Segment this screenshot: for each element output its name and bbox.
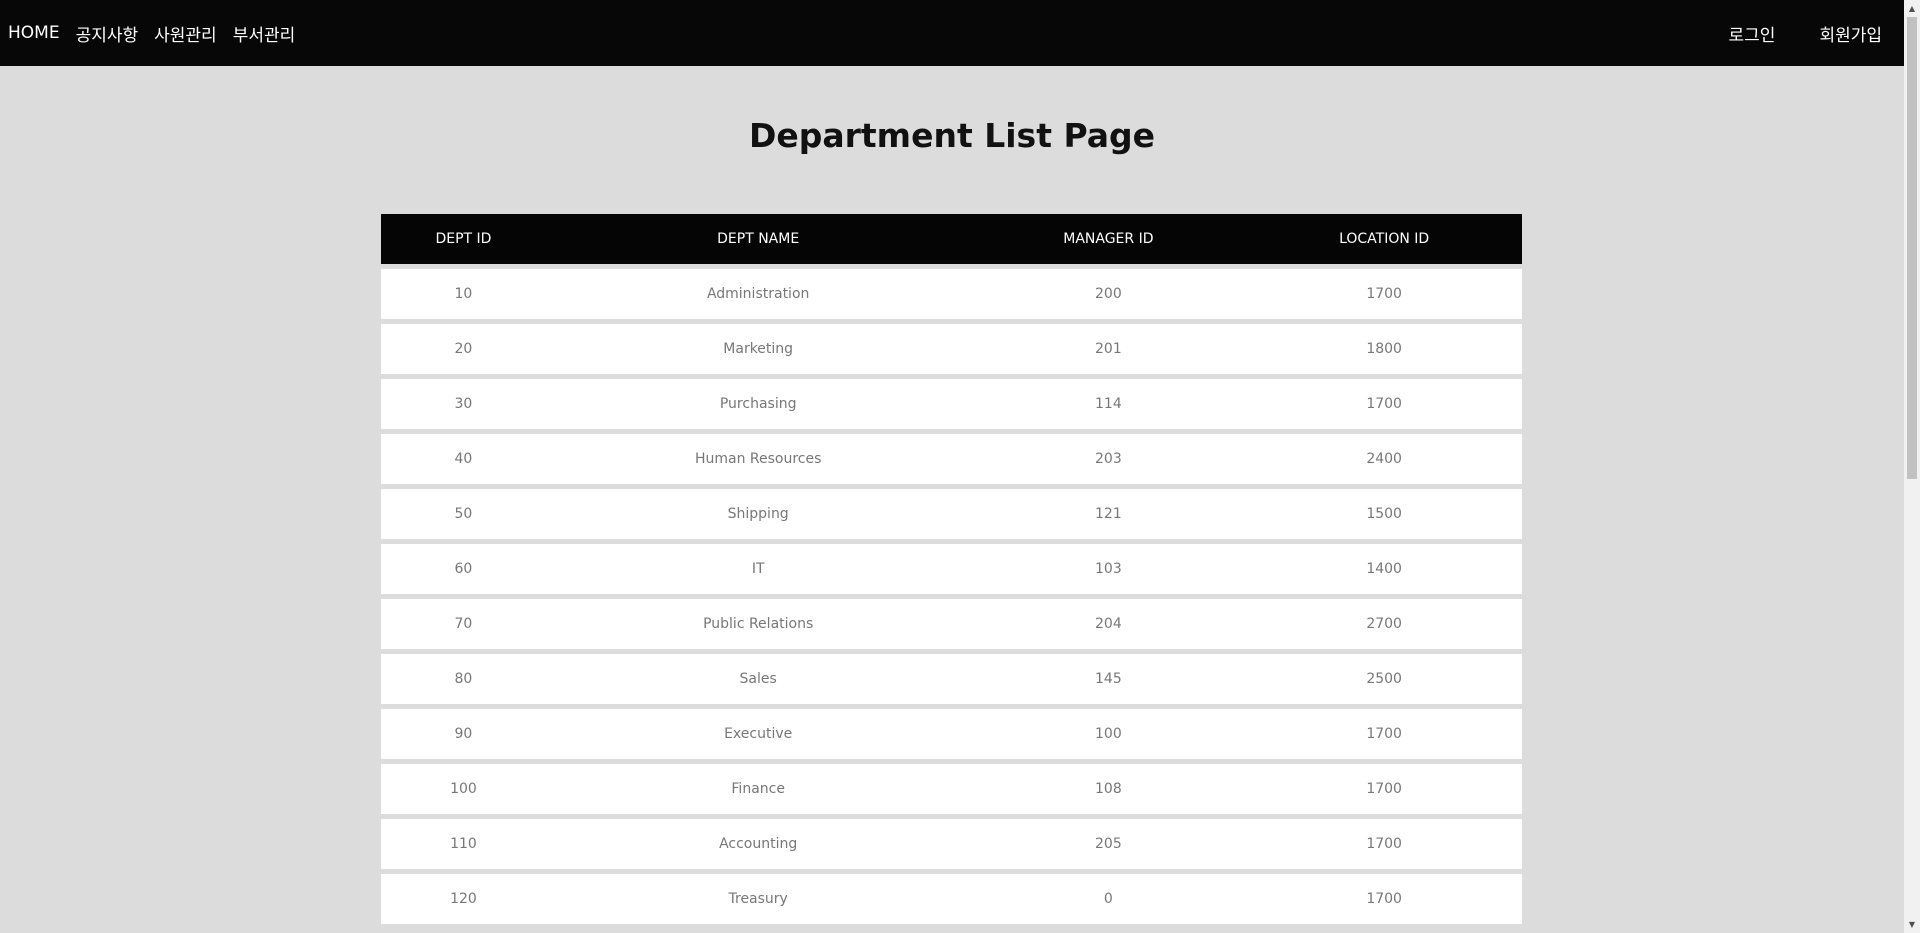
cell-manager-id: 100	[1095, 726, 1122, 742]
cell-manager-id: 200	[1095, 286, 1122, 302]
cell-dept-id: 30	[454, 396, 473, 412]
cell-manager-id: 205	[1095, 836, 1122, 852]
cell-location-id: 1700	[1366, 396, 1402, 412]
nav-right-menu: 로그인 회원가입	[1685, 0, 1882, 66]
table-row: 30 Purchasing 114 1700	[381, 379, 1522, 429]
signup-link[interactable]: 회원가입	[1819, 21, 1882, 46]
vertical-scrollbar[interactable]: ▲ ▼	[1904, 0, 1920, 933]
cell-dept-name: Accounting	[719, 836, 798, 852]
nav-department-link[interactable]: 부서관리	[233, 21, 296, 46]
cell-dept-name: Public Relations	[703, 616, 814, 632]
scroll-up-arrow-icon[interactable]: ▲	[1904, 0, 1920, 17]
table-row: 60 IT 103 1400	[381, 544, 1522, 594]
table-row: 70 Public Relations 204 2700	[381, 599, 1522, 649]
header-manager-id: MANAGER ID	[1063, 231, 1154, 247]
table-header-row: DEPT ID DEPT NAME MANAGER ID LOCATION ID	[381, 214, 1522, 264]
cell-dept-name: Marketing	[723, 341, 794, 357]
cell-dept-name: Finance	[731, 781, 785, 797]
table-row: 90 Executive 100 1700	[381, 709, 1522, 759]
cell-location-id: 1800	[1366, 341, 1402, 357]
cell-manager-id: 103	[1095, 561, 1122, 577]
cell-dept-name: Executive	[724, 726, 793, 742]
cell-dept-id: 70	[454, 616, 473, 632]
cell-dept-id: 110	[450, 836, 477, 852]
cell-manager-id: 201	[1095, 341, 1122, 357]
cell-location-id: 1700	[1366, 286, 1402, 302]
cell-manager-id: 108	[1095, 781, 1122, 797]
cell-location-id: 2500	[1366, 671, 1402, 687]
header-dept-name: DEPT NAME	[717, 231, 800, 247]
cell-location-id: 1500	[1366, 506, 1402, 522]
nav-home-link[interactable]: HOME	[8, 23, 60, 43]
cell-manager-id: 203	[1095, 451, 1122, 467]
cell-dept-id: 20	[454, 341, 473, 357]
table-row: 10 Administration 200 1700	[381, 269, 1522, 319]
cell-manager-id: 0	[1103, 891, 1113, 907]
table-row: 110 Accounting 205 1700	[381, 819, 1522, 869]
cell-dept-name: Treasury	[728, 891, 788, 907]
cell-dept-id: 50	[454, 506, 473, 522]
table-row: 20 Marketing 201 1800	[381, 324, 1522, 374]
cell-dept-id: 90	[454, 726, 473, 742]
cell-location-id: 1700	[1366, 726, 1402, 742]
table-row: 50 Shipping 121 1500	[381, 489, 1522, 539]
cell-dept-id: 60	[454, 561, 473, 577]
nav-left-menu: HOME 공지사항 사원관리 부서관리	[8, 0, 311, 66]
nav-notice-link[interactable]: 공지사항	[76, 21, 139, 46]
cell-dept-name: Purchasing	[719, 396, 797, 412]
header-dept-id: DEPT ID	[435, 231, 492, 247]
cell-manager-id: 121	[1095, 506, 1122, 522]
cell-dept-name: Sales	[739, 671, 777, 687]
cell-location-id: 1700	[1366, 781, 1402, 797]
cell-location-id: 2400	[1366, 451, 1402, 467]
cell-dept-id: 40	[454, 451, 473, 467]
table-body: 10 Administration 200 1700 20 Marketing 201 180…	[381, 269, 1522, 924]
cell-manager-id: 145	[1095, 671, 1122, 687]
cell-dept-name: Human Resources	[694, 451, 822, 467]
cell-location-id: 1700	[1366, 836, 1402, 852]
cell-location-id: 1400	[1366, 561, 1402, 577]
cell-manager-id: 114	[1095, 396, 1122, 412]
cell-dept-id: 80	[454, 671, 473, 687]
table-row: 120 Treasury 0 1700	[381, 874, 1522, 924]
page-title: Department List Page	[748, 116, 1156, 155]
header-location-id: LOCATION ID	[1339, 231, 1430, 247]
login-link[interactable]: 로그인	[1729, 21, 1776, 46]
cell-manager-id: 204	[1095, 616, 1122, 632]
cell-dept-id: 10	[454, 286, 473, 302]
cell-location-id: 2700	[1366, 616, 1402, 632]
cell-dept-id: 120	[450, 891, 477, 907]
cell-dept-name: Shipping	[727, 506, 789, 522]
table-row: 40 Human Resources 203 2400	[381, 434, 1522, 484]
top-navbar: HOME 공지사항 사원관리 부서관리 로그인 회원가입	[0, 0, 1904, 66]
scroll-down-arrow-icon[interactable]: ▼	[1904, 916, 1920, 933]
department-table: DEPT ID DEPT NAME MANAGER ID LOCATION ID…	[381, 214, 1522, 924]
table-row: 80 Sales 145 2500	[381, 654, 1522, 704]
cell-dept-name: IT	[751, 561, 765, 577]
cell-location-id: 1700	[1366, 891, 1402, 907]
cell-dept-name: Administration	[706, 286, 810, 302]
cell-dept-id: 100	[450, 781, 477, 797]
table-row: 100 Finance 108 1700	[381, 764, 1522, 814]
scroll-thumb[interactable]	[1907, 17, 1917, 479]
nav-employee-link[interactable]: 사원관리	[154, 21, 217, 46]
